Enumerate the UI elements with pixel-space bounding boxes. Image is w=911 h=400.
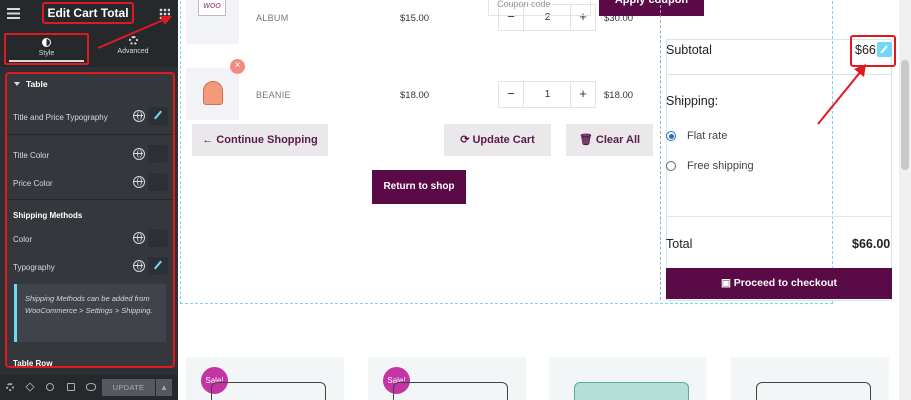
product-thumbnail[interactable] — [186, 68, 239, 120]
control-title-price-typography: Title and Price Typography — [7, 105, 173, 129]
product-subtotal: $18.00 — [604, 90, 634, 101]
globe-icon[interactable] — [133, 148, 145, 160]
title-color-swatch[interactable] — [148, 145, 168, 163]
divider — [666, 216, 892, 217]
page-scrollbar[interactable] — [899, 0, 911, 400]
caret-down-icon — [14, 82, 20, 86]
qty-minus-button[interactable]: − — [499, 82, 524, 107]
continue-shopping-button[interactable]: ← Continue Shopping — [192, 124, 328, 156]
panel-title: Edit Cart Total — [42, 2, 134, 24]
update-options-button[interactable]: ▴ — [156, 379, 172, 396]
pencil-icon — [154, 110, 162, 120]
contrast-icon — [42, 38, 51, 47]
control-label: Color — [13, 235, 33, 244]
control-price-color: Price Color — [7, 171, 173, 195]
product-name[interactable]: ALBUM — [256, 13, 289, 23]
product-image — [211, 382, 326, 400]
product-price: $15.00 — [400, 13, 430, 24]
return-to-shop-button[interactable]: Return to shop — [372, 170, 466, 204]
total-value: $66.00 — [852, 237, 891, 251]
price-color-swatch[interactable] — [148, 173, 168, 191]
control-label: Typography — [13, 263, 55, 272]
tab-advanced[interactable]: Advanced — [92, 33, 174, 65]
update-button[interactable]: UPDATE — [102, 379, 155, 396]
control-label: Price Color — [13, 179, 53, 188]
globe-icon[interactable] — [133, 176, 145, 188]
remove-item-button[interactable]: × — [230, 59, 245, 74]
shipping-note: Shipping Methods can be added from WooCo… — [14, 284, 166, 342]
quantity-stepper: − 1 + — [498, 81, 596, 108]
update-cart-button[interactable]: ⟳ Update Cart — [444, 124, 551, 156]
history-icon[interactable] — [46, 383, 54, 391]
proceed-to-checkout-button[interactable]: ▣ Proceed to checkout — [666, 268, 892, 299]
product-card[interactable]: Sale! — [186, 357, 344, 400]
elementor-panel: Edit Cart Total Style Advanced Table Tit… — [0, 0, 178, 400]
tab-style-label: Style — [38, 50, 55, 57]
product-image — [393, 382, 508, 400]
apply-coupon-button[interactable]: Apply coupon — [599, 0, 704, 16]
globe-icon[interactable] — [133, 232, 145, 244]
qty-value[interactable]: 1 — [525, 82, 570, 107]
checkout-label: Proceed to checkout — [733, 277, 838, 289]
divider — [7, 134, 173, 135]
responsive-icon[interactable] — [67, 383, 75, 391]
beanie-image — [203, 81, 223, 105]
totals-column-guide — [660, 0, 661, 300]
divider — [666, 74, 892, 75]
section-table-toggle[interactable]: Table — [7, 74, 173, 94]
style-controls: Table Title and Price Typography Title C… — [5, 72, 175, 368]
divider — [7, 199, 173, 200]
edit-typography-button[interactable] — [148, 107, 168, 125]
shipping-option-label: Free shipping — [687, 160, 754, 172]
tab-advanced-label: Advanced — [117, 48, 149, 55]
product-image — [574, 382, 689, 400]
pencil-icon — [154, 260, 162, 270]
menu-icon[interactable] — [7, 8, 20, 19]
panel-header: Edit Cart Total — [0, 0, 178, 28]
scrollbar-thumb[interactable] — [901, 60, 909, 170]
globe-icon[interactable] — [133, 110, 145, 122]
control-shipping-color: Color — [7, 227, 173, 251]
shipping-methods-heading: Shipping Methods — [13, 211, 83, 220]
shipping-flat-rate-radio[interactable] — [666, 131, 676, 141]
qty-plus-button[interactable]: + — [570, 82, 595, 107]
control-label: Title and Price Typography — [13, 113, 108, 122]
shipping-option-label: Flat rate — [687, 130, 728, 142]
panel-tabs: Style Advanced — [0, 28, 178, 67]
shipping-color-swatch[interactable] — [148, 229, 168, 247]
globe-icon[interactable] — [133, 260, 145, 272]
control-title-color: Title Color — [7, 143, 173, 167]
navigator-icon[interactable] — [25, 382, 35, 392]
control-label: Title Color — [13, 151, 50, 160]
product-image — [756, 382, 871, 400]
shipping-label: Shipping: — [666, 94, 719, 108]
tab-style[interactable]: Style — [4, 33, 89, 65]
product-card[interactable] — [731, 357, 889, 400]
control-shipping-typography: Typography — [7, 255, 173, 279]
subtotal-label: Subtotal — [666, 43, 712, 57]
product-card[interactable]: Sale! — [368, 357, 526, 400]
product-price: $18.00 — [400, 90, 430, 101]
pencil-icon[interactable] — [877, 42, 892, 57]
widgets-grid-icon[interactable] — [159, 8, 170, 19]
total-label: Total — [666, 237, 693, 251]
woo-logo: WOO — [198, 0, 226, 16]
bag-icon: ▣ — [720, 277, 731, 289]
gear-icon — [128, 36, 138, 45]
coupon-input[interactable]: Coupon code — [488, 0, 591, 16]
clear-all-button[interactable]: 🗑 Clear All — [566, 124, 653, 156]
section-table-label: Table — [26, 79, 48, 89]
preview-eye-icon[interactable] — [86, 383, 96, 391]
product-card[interactable] — [549, 357, 707, 400]
table-row-heading[interactable]: Table Row — [13, 359, 52, 366]
settings-icon[interactable] — [6, 383, 14, 391]
product-thumbnail[interactable]: WOO — [186, 0, 239, 44]
product-name[interactable]: BEANIE — [256, 90, 291, 100]
edit-typography-button[interactable] — [148, 257, 168, 275]
shipping-free-radio[interactable] — [666, 161, 676, 171]
panel-footer: UPDATE ▴ — [0, 375, 178, 400]
